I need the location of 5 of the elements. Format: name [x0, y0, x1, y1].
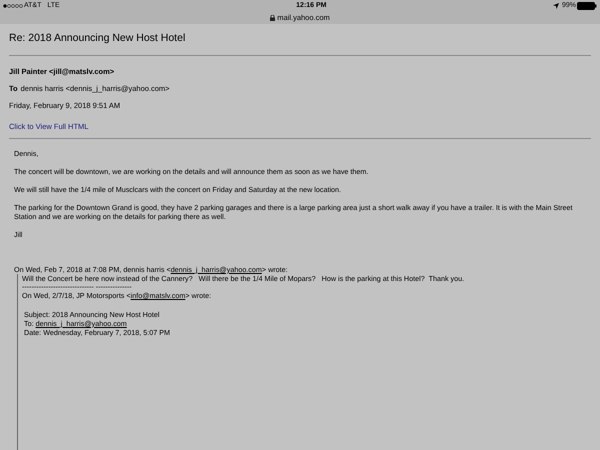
signal-icon: [3, 4, 23, 8]
location-arrow-icon: [552, 3, 559, 9]
email-subject: Re: 2018 Announcing New Host Hotel: [9, 31, 186, 46]
battery-icon: [576, 2, 597, 10]
lock-icon: [270, 15, 276, 21]
